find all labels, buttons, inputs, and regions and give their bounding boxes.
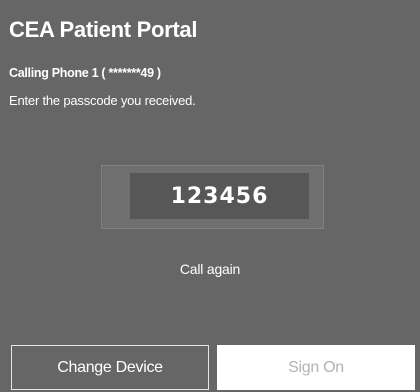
passcode-input[interactable] — [130, 173, 309, 219]
sign-on-button[interactable]: Sign On — [217, 345, 415, 390]
instructions-text: Enter the passcode you received. — [9, 93, 196, 108]
page-title: CEA Patient Portal — [9, 17, 198, 42]
call-again-link[interactable]: Call again — [0, 261, 420, 277]
calling-status: Calling Phone 1 ( *******49 ) — [9, 66, 161, 80]
passcode-frame — [101, 165, 324, 229]
passcode-dialog: CEA Patient Portal Calling Phone 1 ( ***… — [0, 0, 420, 392]
change-device-button[interactable]: Change Device — [11, 345, 209, 390]
